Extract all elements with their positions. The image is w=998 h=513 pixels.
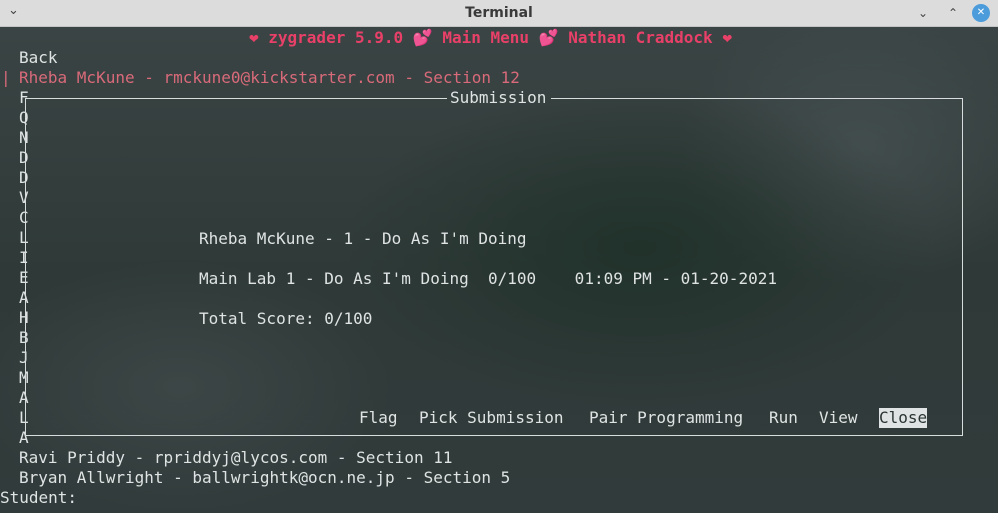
window-title: Terminal [465, 5, 533, 21]
student-prompt[interactable]: Student: [0, 488, 77, 508]
pair-programming-button[interactable]: Pair Programming [589, 408, 743, 428]
pick-submission-button[interactable]: Pick Submission [419, 408, 564, 428]
run-button[interactable]: Run [769, 408, 798, 428]
terminal-area[interactable]: ❤ zygrader 5.9.0 💕 Main Menu 💕 Nathan Cr… [0, 27, 998, 513]
total-score: Total Score: 0/100 [199, 309, 373, 328]
terminal-window: ⌄ Terminal ⌄ ⌃ ✕ ❤ zygrader 5.9.0 💕 Main… [0, 0, 998, 513]
close-button[interactable]: Close [879, 408, 928, 428]
view-button[interactable]: View [819, 408, 858, 428]
app-header: ❤ zygrader 5.9.0 💕 Main Menu 💕 Nathan Cr… [249, 28, 732, 47]
lab-score-line: Main Lab 1 - Do As I'm Doing 0/100 01:09… [199, 269, 777, 288]
student-item-selected[interactable]: Rheba McKune - rmckune0@kickstarter.com … [19, 68, 520, 88]
title-bar: ⌄ Terminal ⌄ ⌃ ✕ [0, 0, 998, 27]
selection-indicator: | [1, 68, 11, 87]
menu-item-back[interactable]: Back [19, 48, 58, 68]
submission-dialog: Submission Rheba McKune - 1 - Do As I'm … [25, 88, 963, 436]
minimize-icon[interactable]: ⌄ [914, 4, 932, 22]
student-item[interactable]: Bryan Allwright - ballwrightk@ocn.ne.jp … [19, 468, 510, 488]
submission-heading: Rheba McKune - 1 - Do As I'm Doing [199, 229, 527, 248]
maximize-icon[interactable]: ⌃ [944, 4, 962, 22]
dialog-title: Submission [450, 88, 547, 107]
close-icon[interactable]: ✕ [972, 4, 990, 22]
flag-button[interactable]: Flag [359, 408, 398, 428]
student-item[interactable]: Ravi Priddy - rpriddyj@lycos.com - Secti… [19, 448, 452, 468]
